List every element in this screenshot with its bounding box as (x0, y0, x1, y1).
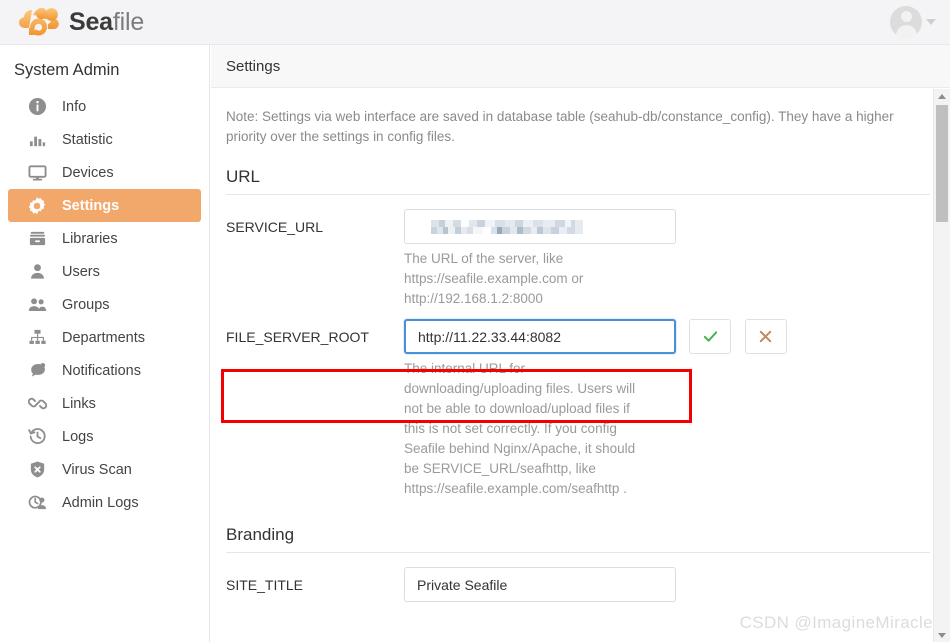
confirm-button[interactable] (689, 319, 732, 354)
sidebar-item-notifications[interactable]: Notifications (8, 354, 201, 387)
seafile-admin-window: Seafile System Admin Info Statistic Devi… (0, 0, 950, 642)
close-x-icon (760, 330, 772, 343)
field-control: The internal URL for downloading/uploadi… (404, 319, 787, 499)
field-help-text: The internal URL for downloading/uploadi… (404, 361, 636, 496)
sidebar-item-admin-logs[interactable]: Admin Logs (8, 486, 201, 519)
sidebar-item-label: Links (62, 395, 96, 412)
history-clock-icon (26, 426, 48, 448)
user-icon (26, 261, 48, 283)
cancel-button[interactable] (744, 319, 787, 354)
field-control (404, 567, 676, 602)
file-server-root-input[interactable] (404, 319, 676, 354)
sidebar-item-info[interactable]: Info (8, 90, 201, 123)
settings-panel: Note: Settings via web interface are sav… (211, 89, 930, 602)
admin-clock-user-icon (26, 492, 48, 514)
sidebar-item-links[interactable]: Links (8, 387, 201, 420)
redacted-value (431, 220, 583, 234)
sidebar-item-virus-scan[interactable]: Virus Scan (8, 453, 201, 486)
sidebar-title: System Admin (14, 61, 120, 79)
sidebar-item-logs[interactable]: Logs (8, 420, 201, 453)
watermark: CSDN @ImagineMiracle (739, 613, 933, 632)
top-bar: Seafile (0, 0, 950, 45)
brand-name-light: file (112, 8, 145, 36)
link-chain-icon (26, 393, 48, 415)
speech-bubble-icon (26, 360, 48, 382)
sidebar-item-groups[interactable]: Groups (8, 288, 201, 321)
sidebar-item-label: Settings (62, 197, 120, 214)
gear-icon (26, 195, 48, 217)
content-area: Settings Note: Settings via web interfac… (211, 45, 950, 642)
section-title-branding: Branding (226, 525, 295, 544)
sidebar-item-settings[interactable]: Settings (8, 189, 201, 222)
check-icon (703, 331, 718, 342)
chevron-down-icon[interactable] (926, 19, 936, 25)
sidebar-item-libraries[interactable]: Libraries (8, 222, 201, 255)
sidebar-item-label: Statistic (62, 131, 113, 148)
sidebar-item-label: Users (62, 263, 100, 280)
bar-chart-icon (26, 129, 48, 151)
cloud-icon (19, 7, 59, 36)
sidebar-nav: Info Statistic Devices Settings Librarie… (0, 90, 209, 519)
sidebar-item-devices[interactable]: Devices (8, 156, 201, 189)
org-chart-icon (26, 327, 48, 349)
brand-name: Seafile (69, 6, 144, 39)
sidebar-item-label: Virus Scan (62, 461, 132, 478)
scroll-down-arrow-icon[interactable] (934, 628, 950, 642)
vertical-scrollbar[interactable] (933, 89, 950, 642)
section-title-url: URL (226, 167, 261, 186)
account-menu[interactable] (890, 6, 936, 38)
service-url-input[interactable] (404, 209, 676, 244)
sidebar-item-statistic[interactable]: Statistic (8, 123, 201, 156)
field-control: The URL of the server, like https://seaf… (404, 209, 676, 309)
scrollbar-thumb[interactable] (936, 105, 948, 222)
field-label: SITE_TITLE (226, 577, 304, 593)
field-file-server-root: FILE_SERVER_ROOT The internal URL for do… (226, 319, 921, 499)
sidebar-item-departments[interactable]: Departments (8, 321, 201, 354)
settings-scroll-area[interactable]: Note: Settings via web interface are sav… (211, 89, 950, 642)
shield-icon (26, 459, 48, 481)
sidebar: System Admin Info Statistic Devices Sett… (0, 45, 210, 642)
section-divider (226, 194, 930, 195)
field-label: FILE_SERVER_ROOT (226, 329, 369, 345)
sidebar-item-label: Groups (62, 296, 110, 313)
sidebar-item-label: Departments (62, 329, 146, 346)
sidebar-item-label: Notifications (62, 362, 141, 379)
field-help-text: The URL of the server, like https://seaf… (404, 251, 584, 306)
monitor-icon (26, 162, 48, 184)
settings-note: Note: Settings via web interface are sav… (226, 109, 894, 144)
section-divider (226, 552, 930, 553)
page-title: Settings (226, 57, 281, 75)
field-label: SERVICE_URL (226, 219, 324, 235)
library-icon (26, 228, 48, 250)
sidebar-item-label: Admin Logs (62, 494, 139, 511)
sidebar-item-label: Libraries (62, 230, 118, 247)
brand-logo-area[interactable]: Seafile (18, 6, 144, 39)
users-group-icon (26, 294, 48, 316)
sidebar-item-label: Devices (62, 164, 114, 181)
field-service-url: SERVICE_URL The URL of the server, like … (226, 209, 921, 309)
sidebar-item-label: Logs (62, 428, 94, 445)
info-icon (26, 96, 48, 118)
field-site-title: SITE_TITLE (226, 567, 921, 602)
brand-name-bold: Sea (69, 8, 113, 36)
scroll-up-arrow-icon[interactable] (934, 89, 950, 103)
user-avatar-icon[interactable] (890, 6, 922, 38)
content-header: Settings (211, 45, 950, 88)
sidebar-item-users[interactable]: Users (8, 255, 201, 288)
sidebar-item-label: Info (62, 98, 87, 115)
site-title-input[interactable] (404, 567, 676, 602)
